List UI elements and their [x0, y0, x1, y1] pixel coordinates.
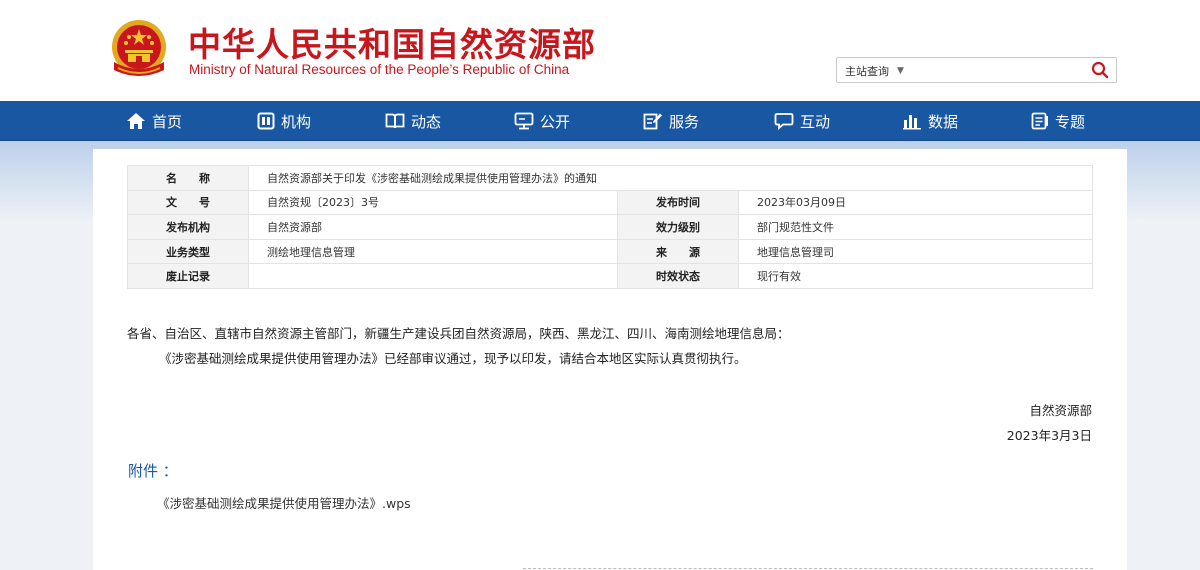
level-value: 部门规范性文件 — [737, 214, 1094, 240]
level-label: 效力级别 — [617, 214, 739, 240]
site-subtitle: Ministry of Natural Resources of the Peo… — [189, 62, 570, 77]
docno-value: 自然资规〔2023〕3号 — [248, 189, 618, 216]
nav-label: 数据 — [928, 112, 959, 131]
issuer-value: 自然资源部 — [248, 214, 618, 240]
document-meta-table: 名 称 自然资源部关于印发《涉密基础测绘成果提供使用管理办法》的通知 文 号 自… — [127, 165, 1094, 289]
name-label: 名 称 — [127, 165, 249, 191]
nav-label: 动态 — [411, 112, 442, 131]
abolish-label: 废止记录 — [127, 263, 249, 289]
signature-org: 自然资源部 — [1029, 403, 1092, 418]
letter-body: 《涉密基础测绘成果提供使用管理办法》已经部审议通过，现予以印发，请结合本地区实际… — [159, 351, 747, 366]
issuer-label: 发布机构 — [127, 214, 249, 240]
nav-label: 专题 — [1055, 112, 1086, 131]
table-row: 名 称 自然资源部关于印发《涉密基础测绘成果提供使用管理办法》的通知 — [127, 165, 1094, 191]
national-emblem-icon — [112, 20, 166, 76]
source-value: 地理信息管理司 — [737, 238, 1094, 265]
type-label: 业务类型 — [127, 238, 249, 265]
letter-addressee: 各省、自治区、直辖市自然资源主管部门，新疆生产建设兵团自然资源局，陕西、黑龙江、… — [127, 326, 790, 341]
table-row: 业务类型 测绘地理信息管理 来 源 地理信息管理司 — [127, 238, 1094, 265]
status-value: 现行有效 — [737, 263, 1094, 289]
search-button[interactable] — [1087, 59, 1113, 81]
main-nav: 首页 机构 动态 公开 服务 互动 数据 专题 — [0, 101, 1200, 141]
nav-item-data[interactable]: 数据 — [902, 101, 958, 141]
nav-item-home[interactable]: 首页 — [126, 101, 182, 141]
book-icon — [385, 113, 405, 129]
table-row: 文 号 自然资规〔2023〕3号 发布时间 2023年03月09日 — [127, 189, 1094, 216]
nav-item-interact[interactable]: 互动 — [774, 101, 830, 141]
nav-label: 公开 — [540, 112, 571, 131]
docno-label: 文 号 — [127, 189, 249, 216]
chat-icon — [774, 113, 794, 130]
topic-icon — [1031, 112, 1048, 130]
attachment-title: 附件 ： — [128, 462, 178, 480]
signature-date: 2023年3月3日 — [1006, 428, 1092, 443]
attachment-link[interactable]: 《涉密基础测绘成果提供使用管理办法》.wps — [157, 493, 411, 512]
nav-item-org[interactable]: 机构 — [257, 101, 311, 141]
edit-icon — [643, 113, 662, 130]
site-header: 中华人民共和国自然资源部 Ministry of Natural Resourc… — [0, 0, 1200, 101]
table-row: 发布机构 自然资源部 效力级别 部门规范性文件 — [127, 214, 1094, 240]
pubtime-label: 发布时间 — [617, 189, 739, 216]
chevron-down-icon: ▼ — [897, 66, 904, 76]
home-icon — [127, 113, 145, 129]
nav-item-public[interactable]: 公开 — [514, 101, 570, 141]
name-value: 自然资源部关于印发《涉密基础测绘成果提供使用管理办法》的通知 — [247, 165, 1094, 191]
search-box: 主站查询 ▼ — [836, 57, 1117, 83]
nav-label: 服务 — [669, 112, 700, 131]
abolish-value — [248, 263, 618, 289]
site-title: 中华人民共和国自然资源部 — [188, 25, 596, 64]
nav-item-service[interactable]: 服务 — [643, 101, 699, 141]
nav-label: 首页 — [152, 112, 183, 131]
nav-label: 互动 — [800, 112, 831, 131]
search-scope-label: 主站查询 — [845, 65, 889, 78]
table-row: 废止记录 时效状态 现行有效 — [127, 263, 1094, 289]
nav-item-news[interactable]: 动态 — [385, 101, 441, 141]
monitor-icon — [514, 112, 534, 130]
type-value: 测绘地理信息管理 — [248, 238, 618, 265]
search-icon — [1091, 61, 1109, 79]
pubtime-value: 2023年03月09日 — [737, 189, 1094, 216]
search-input[interactable] — [937, 61, 1077, 79]
source-label: 来 源 — [617, 238, 739, 265]
org-icon — [257, 112, 275, 130]
divider — [523, 568, 1093, 569]
bar-chart-icon — [903, 115, 921, 130]
content-panel: 名 称 自然资源部关于印发《涉密基础测绘成果提供使用管理办法》的通知 文 号 自… — [93, 149, 1127, 570]
status-label: 时效状态 — [617, 263, 739, 289]
nav-item-topic[interactable]: 专题 — [1031, 101, 1085, 141]
nav-label: 机构 — [281, 112, 312, 131]
search-scope-select[interactable]: 主站查询 ▼ — [845, 63, 904, 79]
